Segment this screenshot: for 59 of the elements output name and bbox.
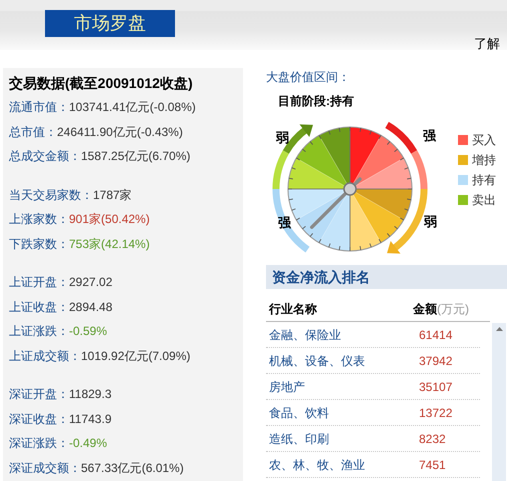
field-value: 246411.90亿元(-0.43%) [57,124,183,140]
arrow-label: 弱 [276,131,289,145]
amount-value: 35107 [419,378,452,396]
field-value: 2927.02 [69,274,112,291]
section-title: 大盘价值区间： [266,69,350,85]
panel-title: 交易数据(截至20091012收盘) [9,74,194,93]
page-title: 市场罗盘 [45,10,175,37]
amount-value: 13722 [419,404,452,422]
field-value: 567.33亿元(6.01%) [81,460,184,476]
industry-link[interactable]: 金融、保险业 [269,326,419,344]
arrow-label: 强 [278,216,291,230]
field-label: 深证涨跌： [9,435,69,452]
amount-value: 37942 [419,352,452,370]
column-header: 金额(万元) [413,301,469,318]
arrow-label: 强 [423,129,436,143]
industry-link[interactable]: 农、林、牧、渔业 [269,456,419,474]
field-value: 753家(42.14%) [69,236,150,252]
field-value: 2894.48 [69,298,112,316]
industry-link[interactable]: 房地产 [269,378,419,396]
industry-link[interactable]: 机械、设备、仪表 [269,352,419,370]
column-header: 行业名称 [269,301,318,318]
field-value: 11743.9 [69,410,112,428]
field-label: 深证收盘： [9,410,69,428]
field-label: 深证成交额： [9,460,81,476]
field-value: -0.59% [69,323,108,340]
legend-label: 卖出 [472,192,496,208]
scrollbar[interactable] [492,323,506,481]
industry-link[interactable]: 造纸、印刷 [269,430,419,448]
industry-link[interactable]: 食品、饮料 [269,404,419,422]
field-value: 1019.92亿元(7.09%) [81,348,190,364]
field-label: 流通市值： [9,99,69,116]
amount-value: 8232 [419,430,446,448]
field-label: 下跌家数： [9,236,69,252]
field-value: 1787家 [93,186,132,204]
field-label: 总成交金额： [9,148,81,165]
scroll-up-icon[interactable] [496,327,502,331]
field-label: 上证开盘： [9,274,69,291]
field-label: 上证涨跌： [9,323,69,340]
legend-label: 买入 [472,132,496,148]
arrow-label: 弱 [424,215,437,229]
field-label: 上涨家数： [9,211,69,228]
legend-label: 增持 [472,152,496,168]
field-label: 上证成交额： [9,348,81,364]
current-stage: 目前阶段:持有 [278,93,354,109]
amount-value: 7451 [419,456,446,474]
field-value: 11829.3 [69,386,112,403]
field-label: 深证开盘： [9,386,69,403]
learn-more-link[interactable]: 了解 [474,34,500,54]
field-value: 103741.41亿元(-0.08%) [69,99,196,116]
legend-label: 持有 [472,172,496,188]
field-value: 901家(50.42%) [69,211,150,228]
field-label: 上证收盘： [9,298,69,316]
section-header: 资金净流入排名 [266,265,507,289]
amount-value: 61414 [419,326,452,344]
field-value: -0.49% [69,435,108,452]
field-label: 当天交易家数： [9,186,93,204]
field-value: 1587.25亿元(6.70%) [81,148,190,165]
compass-needle [310,177,362,229]
field-label: 总市值： [9,124,57,140]
